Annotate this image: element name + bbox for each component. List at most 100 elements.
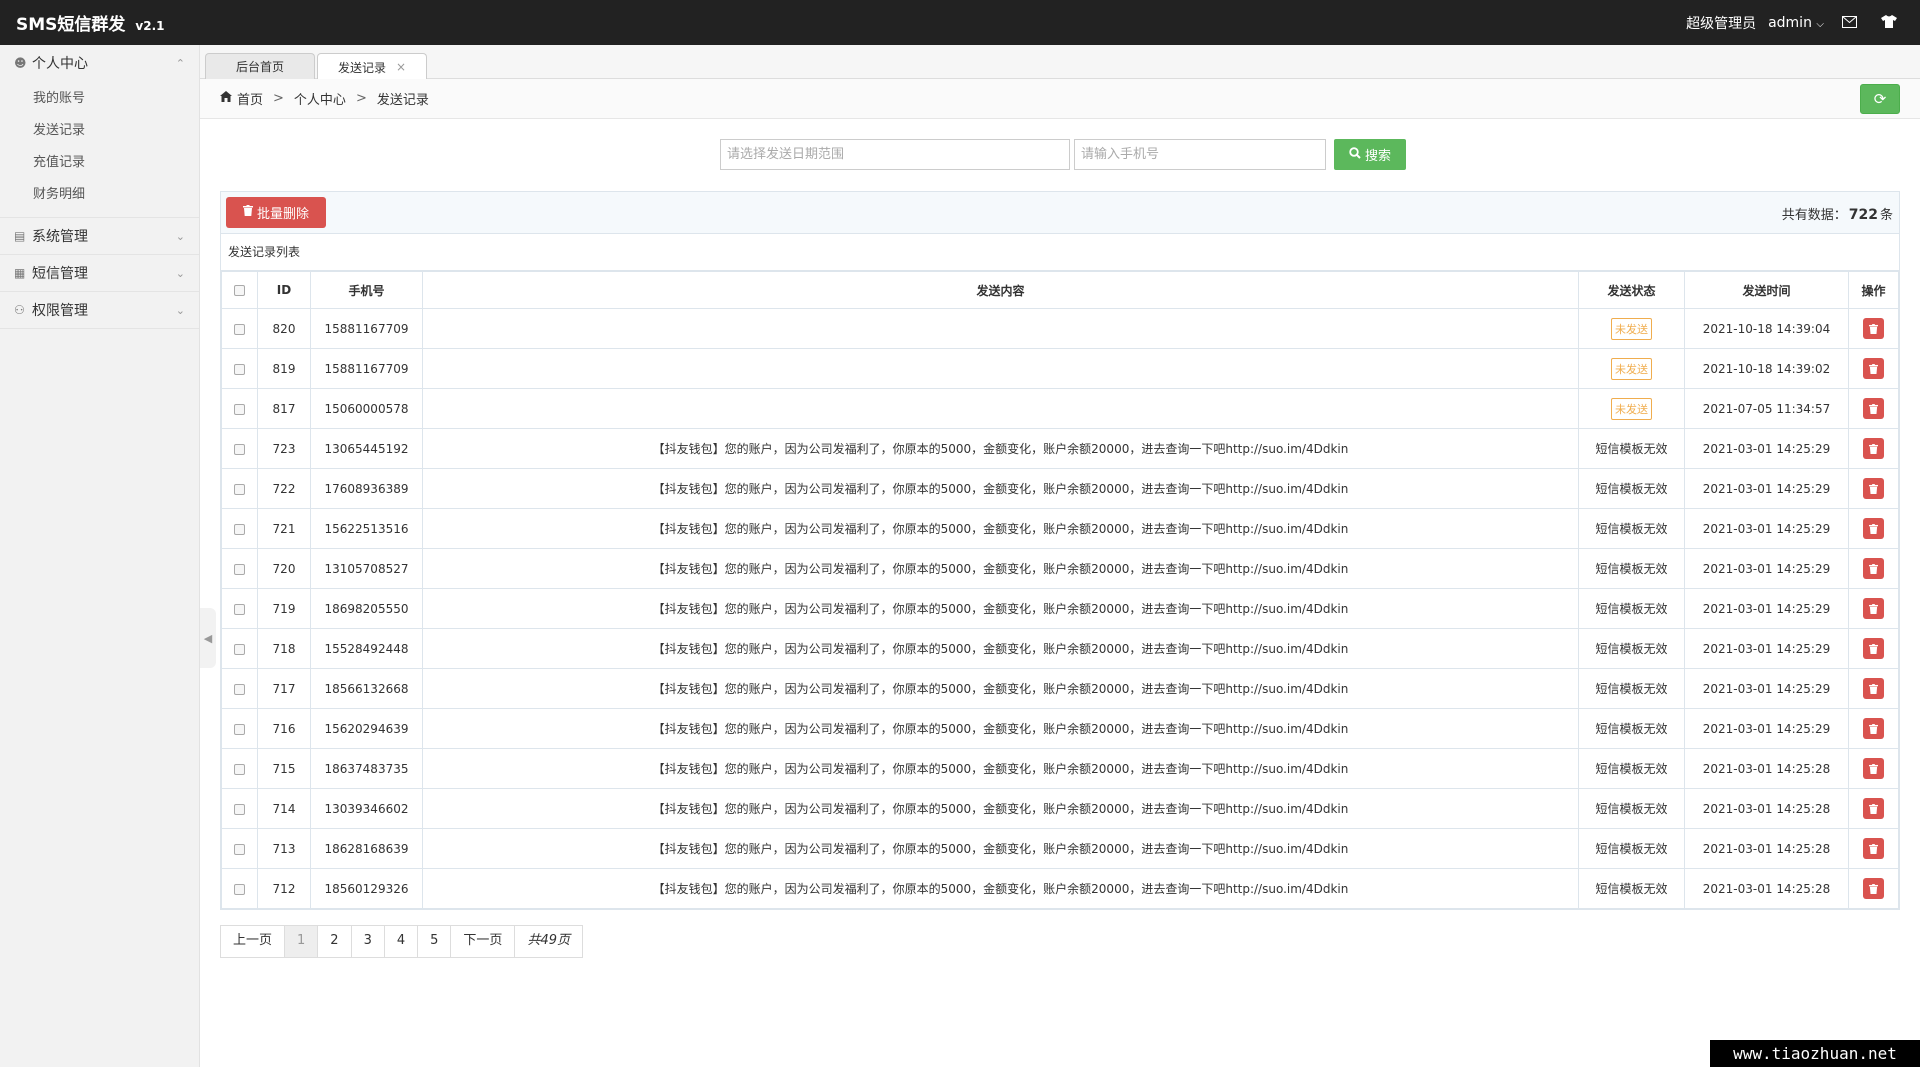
delete-row-button[interactable] bbox=[1863, 598, 1884, 619]
id-cell: 720 bbox=[257, 548, 311, 589]
page-3[interactable]: 3 bbox=[351, 926, 385, 957]
trash-icon bbox=[1869, 844, 1878, 854]
app-title: SMS短信群发 bbox=[16, 15, 126, 35]
row-checkbox[interactable] bbox=[234, 643, 245, 655]
mail-icon[interactable] bbox=[1834, 14, 1864, 32]
breadcrumb-home[interactable]: 首页 bbox=[237, 89, 263, 108]
chevron-down-icon: ⌵ bbox=[1816, 18, 1824, 30]
delete-row-button[interactable] bbox=[1863, 878, 1884, 899]
menu-head-personal[interactable]: ☻ 个人中心 ⌃ bbox=[0, 45, 199, 81]
trash-icon bbox=[1869, 604, 1878, 614]
total-prefix: 共有数据： bbox=[1781, 208, 1847, 223]
row-checkbox[interactable] bbox=[234, 323, 245, 335]
row-checkbox[interactable] bbox=[234, 363, 245, 375]
prev-page-button[interactable]: 上一页 bbox=[221, 926, 286, 957]
user-menu[interactable]: admin ⌵ bbox=[1768, 15, 1824, 31]
row-checkbox[interactable] bbox=[234, 843, 245, 855]
batch-delete-label: 批量删除 bbox=[256, 207, 309, 222]
row-checkbox[interactable] bbox=[234, 563, 245, 575]
status-cell: 短信模板无效 bbox=[1578, 628, 1685, 669]
tab-dashboard[interactable]: 后台首页 bbox=[205, 53, 315, 79]
trash-icon bbox=[1869, 524, 1878, 534]
row-checkbox[interactable] bbox=[234, 803, 245, 815]
top-navbar: SMS短信群发 v2.1 超级管理员 admin ⌵ bbox=[0, 0, 1920, 45]
batch-delete-button[interactable]: 批量删除 bbox=[226, 197, 326, 228]
time-cell: 2021-03-01 14:25:29 bbox=[1684, 668, 1849, 709]
status-cell: 短信模板无效 bbox=[1578, 788, 1685, 829]
records-panel: 批量删除 共有数据： 722 条 发送记录列表 ID 手机号 发送内容 发送状态 发… bbox=[220, 191, 1900, 910]
panel-toolbar: 批量删除 共有数据： 722 条 bbox=[221, 192, 1899, 234]
row-checkbox[interactable] bbox=[234, 883, 245, 895]
breadcrumb-separator: > bbox=[355, 91, 367, 106]
menu-head-system[interactable]: ▤ 系统管理 ⌄ bbox=[0, 218, 199, 254]
menu-head-permission[interactable]: ⚇ 权限管理 ⌄ bbox=[0, 292, 199, 328]
tab-send-records[interactable]: 发送记录 × bbox=[317, 53, 427, 80]
brand[interactable]: SMS短信群发 v2.1 bbox=[16, 10, 165, 35]
sidebar-item-send-records[interactable]: 发送记录 bbox=[0, 115, 199, 147]
phone-search-input[interactable]: 请输入手机号 bbox=[1074, 139, 1326, 170]
refresh-icon: ⟳ bbox=[1873, 90, 1887, 108]
delete-row-button[interactable] bbox=[1863, 478, 1884, 499]
next-page-button[interactable]: 下一页 bbox=[451, 926, 516, 957]
table-row: 717 18566132668 【抖友钱包】您的账户，因为公司发福利了，你原本的50… bbox=[221, 668, 1899, 709]
delete-row-button[interactable] bbox=[1863, 678, 1884, 699]
select-cell bbox=[221, 828, 258, 869]
status-cell: 未发送 bbox=[1578, 388, 1685, 429]
delete-row-button[interactable] bbox=[1863, 358, 1884, 379]
page-4[interactable]: 4 bbox=[384, 926, 419, 957]
delete-row-button[interactable] bbox=[1863, 838, 1884, 859]
table-row: 817 15060000578 未发送 2021-07-05 11:34:57 bbox=[221, 388, 1899, 429]
row-checkbox[interactable] bbox=[234, 603, 245, 615]
delete-row-button[interactable] bbox=[1863, 438, 1884, 459]
delete-row-button[interactable] bbox=[1863, 398, 1884, 419]
row-checkbox[interactable] bbox=[234, 523, 245, 535]
shirt-icon[interactable] bbox=[1874, 14, 1904, 32]
time-cell: 2021-03-01 14:25:28 bbox=[1684, 868, 1849, 909]
refresh-button[interactable]: ⟳ bbox=[1860, 84, 1900, 114]
actions-cell bbox=[1848, 468, 1899, 509]
table-row: 719 18698205550 【抖友钱包】您的账户，因为公司发福利了，你原本的50… bbox=[221, 588, 1899, 629]
delete-row-button[interactable] bbox=[1863, 758, 1884, 779]
page-5[interactable]: 5 bbox=[418, 926, 452, 957]
row-checkbox[interactable] bbox=[234, 443, 245, 455]
table-header-row: ID 手机号 发送内容 发送状态 发送时间 操作 bbox=[221, 271, 1899, 309]
delete-row-button[interactable] bbox=[1863, 718, 1884, 739]
app-version: v2.1 bbox=[135, 19, 165, 33]
delete-row-button[interactable] bbox=[1863, 558, 1884, 579]
status-badge: 未发送 bbox=[1611, 357, 1652, 380]
date-range-input[interactable]: 请选择发送日期范围 bbox=[720, 139, 1070, 170]
row-checkbox[interactable] bbox=[234, 763, 245, 775]
row-checkbox[interactable] bbox=[234, 483, 245, 495]
close-icon[interactable]: × bbox=[396, 60, 406, 74]
watermark: www.tiaozhuan.net bbox=[1710, 1040, 1920, 1067]
content-cell bbox=[422, 308, 1579, 349]
phone-cell: 15528492448 bbox=[310, 628, 423, 669]
chevron-up-icon: ⌃ bbox=[175, 56, 185, 70]
delete-row-button[interactable] bbox=[1863, 638, 1884, 659]
search-button[interactable]: 搜索 bbox=[1334, 139, 1406, 170]
delete-row-button[interactable] bbox=[1863, 318, 1884, 339]
table-body: 820 15881167709 未发送 2021-10-18 14:39:04 819 1… bbox=[221, 308, 1899, 909]
menu-label: 系统管理 bbox=[32, 229, 88, 245]
delete-row-button[interactable] bbox=[1863, 518, 1884, 539]
sidebar-item-recharge[interactable]: 充值记录 bbox=[0, 147, 199, 179]
sidebar-item-finance[interactable]: 财务明细 bbox=[0, 179, 199, 211]
row-checkbox[interactable] bbox=[234, 683, 245, 695]
breadcrumb-item[interactable]: 个人中心 bbox=[294, 89, 346, 108]
id-cell: 820 bbox=[257, 308, 311, 349]
page-2[interactable]: 2 bbox=[318, 926, 352, 957]
menu-head-sms[interactable]: ▦ 短信管理 ⌄ bbox=[0, 255, 199, 291]
col-id: ID bbox=[257, 271, 311, 309]
sidebar-item-my-account[interactable]: 我的账号 bbox=[0, 83, 199, 115]
col-status: 发送状态 bbox=[1578, 271, 1685, 309]
row-checkbox[interactable] bbox=[234, 723, 245, 735]
row-checkbox[interactable] bbox=[234, 403, 245, 415]
time-cell: 2021-03-01 14:25:28 bbox=[1684, 788, 1849, 829]
status-cell: 短信模板无效 bbox=[1578, 428, 1685, 469]
actions-cell bbox=[1848, 388, 1899, 429]
status-cell: 短信模板无效 bbox=[1578, 668, 1685, 709]
delete-row-button[interactable] bbox=[1863, 798, 1884, 819]
actions-cell bbox=[1848, 668, 1899, 709]
select-all-checkbox[interactable] bbox=[234, 285, 245, 296]
select-cell bbox=[221, 348, 258, 389]
